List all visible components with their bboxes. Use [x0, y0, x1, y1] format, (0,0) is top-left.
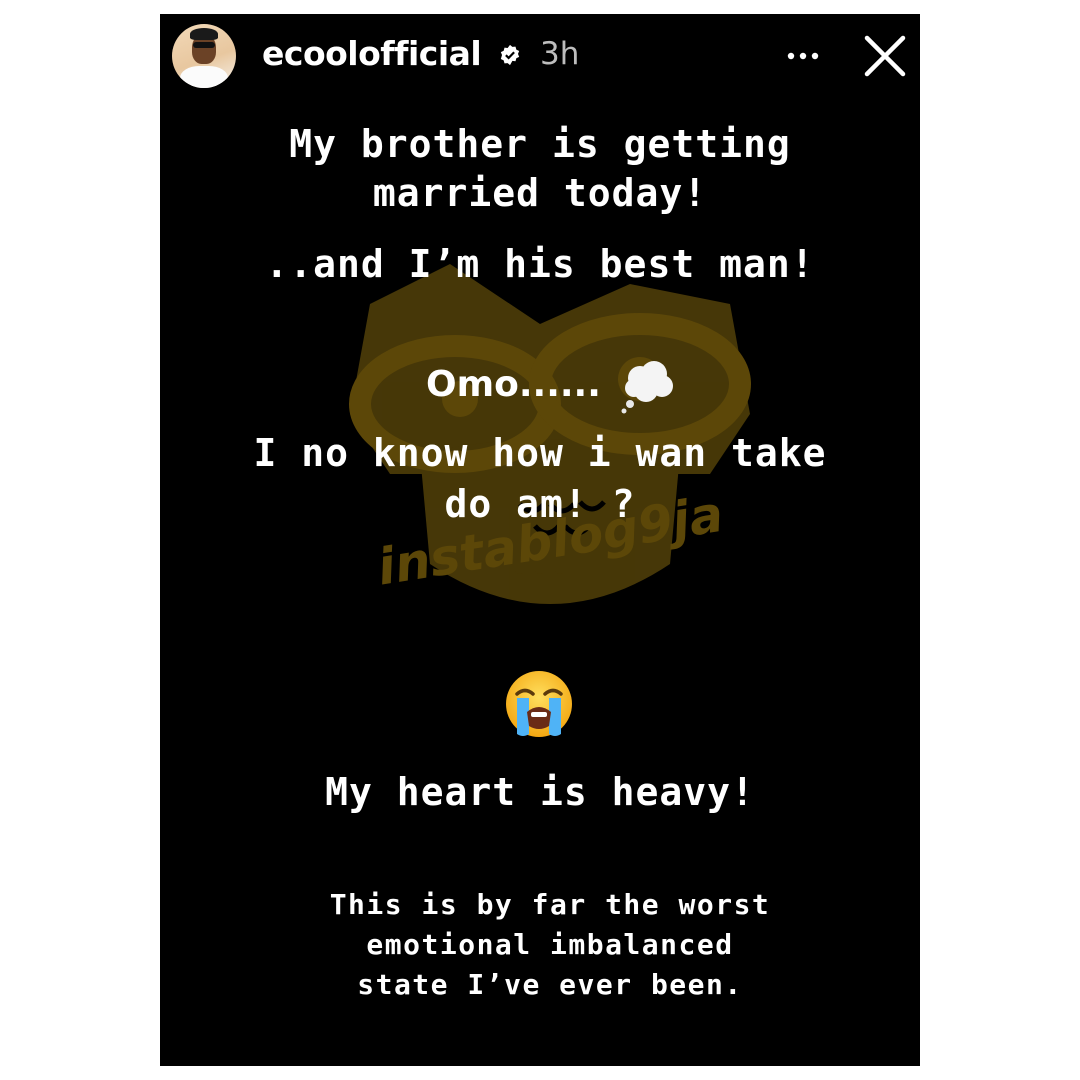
avatar[interactable]	[172, 24, 236, 88]
story-text-line: I no know how i wan take	[253, 431, 827, 475]
avatar-sunglasses	[193, 42, 215, 48]
story-viewer: instablog9ja ecoolofficial 3h My brother…	[160, 14, 920, 1066]
story-text-line: My heart is heavy!	[325, 770, 755, 814]
post-time: 3h	[540, 36, 580, 72]
story-text-omo: Omo......	[426, 364, 601, 405]
story-text-line: ..and I’m his best man!	[265, 242, 815, 286]
more-options-icon[interactable]	[786, 50, 820, 62]
avatar-hair	[190, 28, 218, 40]
username[interactable]: ecoolofficial	[262, 34, 482, 73]
story-text-line: emotional imbalanced	[366, 928, 734, 961]
verified-badge-icon	[500, 44, 520, 66]
loudly-crying-face-emoji	[506, 671, 572, 737]
story-text-line: married today!	[372, 171, 708, 215]
story-text-line: state I’ve ever been.	[357, 968, 743, 1001]
story-text-line: This is by far the worst	[329, 888, 771, 921]
avatar-shirt	[180, 66, 228, 88]
story-text-line: My brother is getting	[289, 122, 791, 166]
story-text-line: do am! ?	[444, 482, 636, 526]
close-icon[interactable]	[863, 34, 907, 78]
thought-balloon-emoji	[621, 361, 673, 414]
